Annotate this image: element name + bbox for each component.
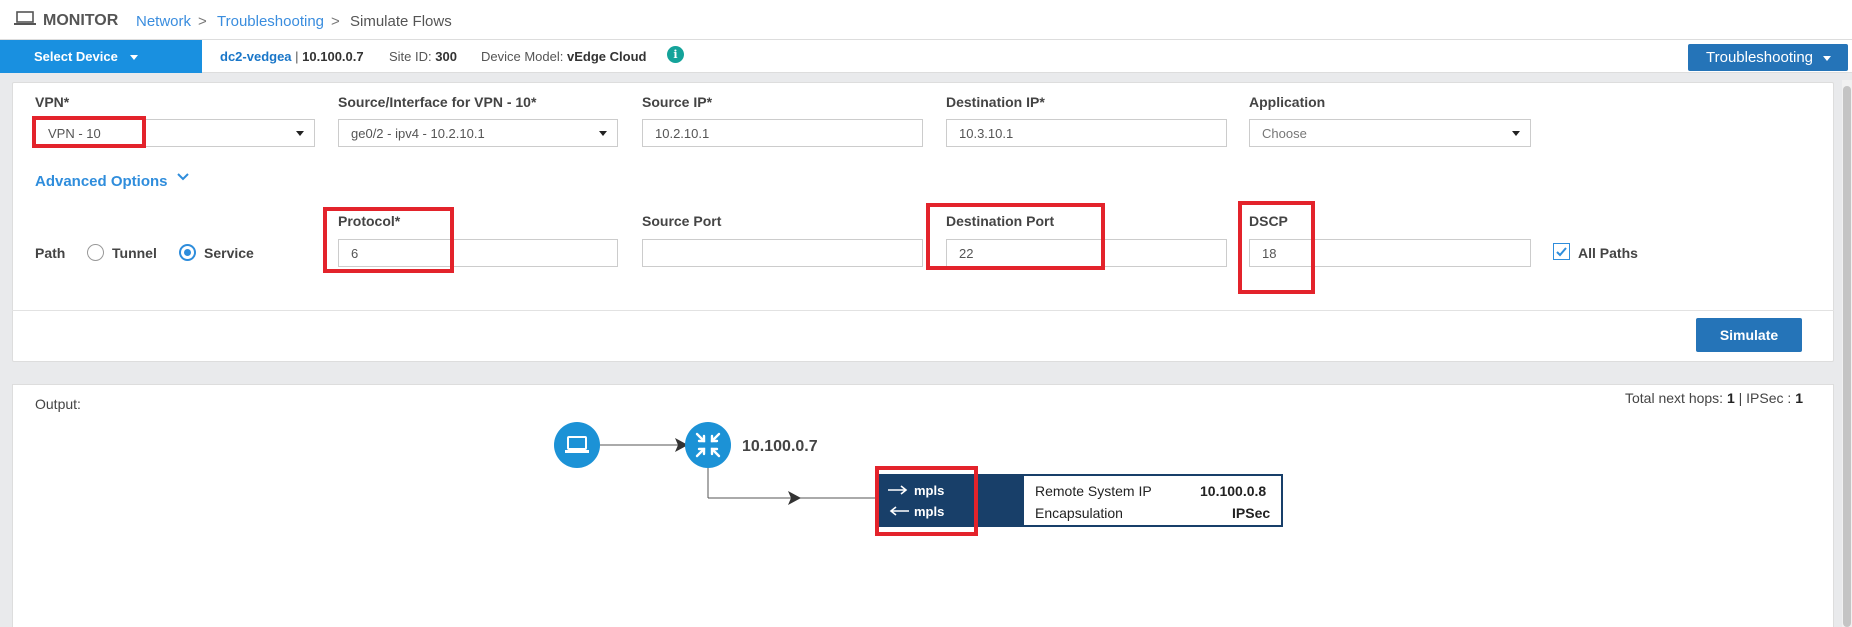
highlight-box xyxy=(1238,201,1315,294)
encapsulation-label: Encapsulation xyxy=(1035,505,1123,521)
caret-down-icon xyxy=(129,55,138,61)
caret-down-icon xyxy=(1823,55,1832,61)
application-select[interactable]: Choose xyxy=(1249,119,1531,147)
source-host-node[interactable] xyxy=(554,422,600,468)
breadcrumb-current: Simulate Flows xyxy=(350,13,452,30)
highlight-box xyxy=(926,203,1105,270)
check-icon xyxy=(1556,247,1567,257)
divider: | xyxy=(1738,390,1743,406)
next-hops-value: 1 xyxy=(1726,390,1735,406)
device-name: dc2-vedgea xyxy=(220,49,292,64)
source-interface-select[interactable]: ge0/2 - ipv4 - 10.2.10.1 xyxy=(338,119,618,147)
highlight-box xyxy=(323,207,454,273)
laptop-icon xyxy=(14,11,36,25)
laptop-icon xyxy=(565,436,589,453)
advanced-options-toggle[interactable]: Advanced Options xyxy=(35,173,168,190)
highlight-box xyxy=(32,116,146,148)
site-id-value: 300 xyxy=(435,49,457,64)
path-tunnel-label[interactable]: Tunnel xyxy=(112,245,157,261)
encapsulation-value: IPSec xyxy=(1232,505,1271,521)
remote-ip-label: Remote System IP xyxy=(1035,483,1152,499)
application-label: Application xyxy=(1249,94,1326,110)
scrollbar-thumb[interactable] xyxy=(1843,86,1851,627)
router-icon xyxy=(695,432,721,458)
destination-ip-input[interactable]: 10.3.10.1 xyxy=(946,119,1227,147)
next-hops-label: Total next hops: xyxy=(1625,390,1724,406)
hop-ip-label: 10.100.0.7 xyxy=(742,438,818,455)
highlight-box xyxy=(875,466,978,536)
ipsec-value: 1 xyxy=(1795,390,1803,406)
device-model-value: vEdge Cloud xyxy=(567,49,647,64)
next-hops-summary: Total next hops: 1 | IPSec : 1 xyxy=(1625,390,1803,406)
device-ip: 10.100.0.7 xyxy=(302,49,364,64)
output-label: Output: xyxy=(35,396,81,412)
path-label: Path xyxy=(35,245,66,261)
caret-down-icon xyxy=(1512,131,1520,136)
form-divider xyxy=(12,310,1834,311)
caret-down-icon xyxy=(599,131,607,136)
site-id-label: Site ID: xyxy=(389,49,432,64)
breadcrumb-separator: > xyxy=(331,13,340,30)
page-section-title: MONITOR xyxy=(43,12,119,29)
caret-down-icon xyxy=(296,131,304,136)
destination-ip-label: Destination IP* xyxy=(946,94,1045,110)
source-port-input[interactable] xyxy=(642,239,923,267)
router-node[interactable] xyxy=(685,422,731,468)
device-model: Device Model: vEdge Cloud xyxy=(481,49,646,64)
all-paths-checkbox[interactable] xyxy=(1553,243,1570,260)
ipsec-label: IPSec : xyxy=(1746,390,1792,406)
breadcrumb-troubleshooting[interactable]: Troubleshooting xyxy=(217,13,324,30)
device-model-label: Device Model: xyxy=(481,49,564,64)
troubleshooting-label: Troubleshooting xyxy=(1706,49,1814,66)
breadcrumb-separator: > xyxy=(198,13,207,30)
troubleshooting-button[interactable]: Troubleshooting xyxy=(1688,44,1848,71)
info-icon[interactable]: i xyxy=(667,46,684,63)
path-service-radio[interactable] xyxy=(179,244,196,261)
all-paths-label[interactable]: All Paths xyxy=(1578,245,1638,261)
remote-ip-value: 10.100.0.8 xyxy=(1200,483,1267,499)
source-interface-value: ge0/2 - ipv4 - 10.2.10.1 xyxy=(351,126,485,141)
device-summary: dc2-vedgea | 10.100.0.7 xyxy=(220,49,364,64)
source-ip-input[interactable]: 10.2.10.1 xyxy=(642,119,923,147)
breadcrumb-network[interactable]: Network xyxy=(136,13,191,30)
path-service-label[interactable]: Service xyxy=(204,245,254,261)
source-interface-label: Source/Interface for VPN - 10* xyxy=(338,94,537,110)
simulate-button[interactable]: Simulate xyxy=(1696,318,1802,352)
select-device-button[interactable]: Select Device xyxy=(0,40,202,73)
source-ip-label: Source IP* xyxy=(642,94,713,110)
application-placeholder: Choose xyxy=(1262,126,1307,141)
path-tunnel-radio[interactable] xyxy=(87,244,104,261)
source-port-label: Source Port xyxy=(642,213,722,229)
site-id: Site ID: 300 xyxy=(389,49,457,64)
vpn-label: VPN* xyxy=(35,94,70,110)
select-device-label: Select Device xyxy=(34,49,118,64)
chevron-down-icon[interactable] xyxy=(176,170,190,184)
